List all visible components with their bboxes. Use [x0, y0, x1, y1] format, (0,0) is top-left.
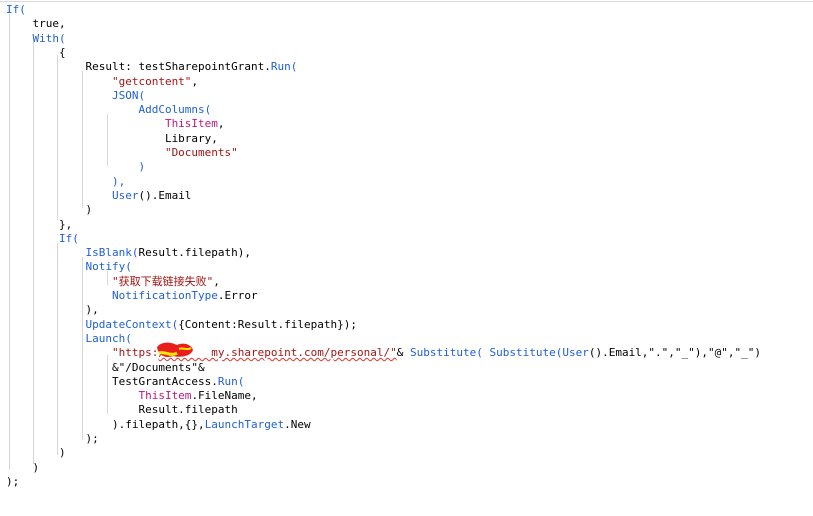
code-token: User — [562, 346, 589, 360]
code-token: ThisItem — [6, 117, 218, 131]
code-token: Launch( — [6, 331, 132, 345]
code-line[interactable]: ), — [6, 175, 125, 189]
code-token: Result.filepath), — [138, 246, 252, 260]
code-token: Library, — [6, 131, 218, 145]
code-line[interactable]: If( — [6, 3, 26, 17]
code-token: Result: testSharepointGrant. — [6, 60, 271, 74]
code-line[interactable]: UpdateContext({Content:Result.filepath})… — [6, 318, 357, 332]
code-token: true, — [6, 17, 66, 31]
code-line[interactable]: "获取下载链接失败", — [6, 275, 220, 289]
code-line[interactable]: ) — [6, 461, 39, 475]
code-line[interactable]: TestGrantAccess.Run( — [6, 375, 244, 389]
code-line[interactable]: If( — [6, 232, 79, 246]
code-token: ().Email,".","_"),"@","_") — [588, 346, 762, 360]
code-token: , — [191, 74, 199, 88]
code-token: Run( — [270, 60, 298, 74]
code-token: ), — [6, 303, 99, 317]
code-line[interactable]: ) — [6, 446, 66, 460]
code-token: ); — [6, 432, 99, 445]
code-line[interactable]: ).filepath,{},LaunchTarget.New — [6, 418, 311, 432]
code-token: "获取下载链接失败" — [6, 274, 214, 288]
code-token: ).filepath,{}, — [6, 417, 205, 431]
code-token: With( — [6, 31, 66, 45]
code-line[interactable]: AddColumns( — [6, 103, 211, 117]
code-token: TestGrantAccess. — [6, 374, 218, 388]
code-token: JSON( — [6, 88, 146, 102]
code-token: If( — [6, 3, 26, 16]
code-line[interactable]: Library, — [6, 132, 218, 146]
code-line[interactable]: NotificationType.Error — [6, 289, 258, 303]
code-line[interactable]: "getcontent", — [6, 75, 198, 89]
code-token: .Error — [217, 289, 258, 302]
code-token: .FileName, — [191, 389, 258, 403]
code-token: User — [6, 188, 139, 202]
formula-editor[interactable]: If( true, With( { Result: testSharepoint… — [0, 0, 813, 516]
code-line[interactable]: true, — [6, 17, 66, 31]
code-line[interactable]: Launch( — [6, 331, 132, 346]
code-line[interactable]: ); — [6, 475, 19, 489]
code-token: "getcontent" — [6, 74, 192, 88]
code-token: }, — [6, 217, 73, 231]
code-token: ); — [6, 474, 20, 488]
code-line[interactable]: With( — [6, 31, 66, 46]
code-line[interactable]: ), — [6, 303, 99, 317]
code-line[interactable]: &"/Documents"& — [6, 361, 205, 375]
code-token: ) — [6, 446, 66, 460]
code-token: "Documents" — [6, 146, 238, 159]
code-line[interactable]: Result: testSharepointGrant.Run( — [6, 60, 297, 74]
code-line[interactable]: User().Email — [6, 189, 191, 203]
code-line[interactable]: ); — [6, 432, 99, 446]
code-line[interactable]: "Documents" — [6, 146, 238, 160]
code-token: Notify( — [6, 260, 132, 274]
code-token: UpdateContext( — [6, 317, 179, 331]
code-token: Substitute( Substitute( — [410, 346, 563, 360]
code-token: ) — [6, 203, 93, 217]
code-line[interactable]: ThisItem.FileName, — [6, 389, 258, 403]
code-line[interactable]: ) — [6, 203, 92, 217]
code-token: AddColumns( — [6, 103, 212, 117]
code-line[interactable]: "https:// my.sharepoint.com/personal/"& … — [6, 346, 761, 360]
code-token: If( — [6, 231, 79, 245]
code-token: Run( — [217, 374, 245, 388]
code-token: Result.filepath — [6, 403, 238, 417]
code-token: , — [213, 274, 220, 288]
code-token: IsBlank( — [6, 246, 139, 260]
redaction-scribble — [157, 342, 193, 357]
code-line[interactable]: ThisItem, — [6, 117, 225, 131]
code-token: ), — [6, 174, 126, 188]
code-token: LaunchTarget — [204, 417, 285, 431]
code-line[interactable]: }, — [6, 218, 72, 232]
code-token: & — [396, 346, 410, 360]
code-line[interactable]: JSON( — [6, 89, 145, 103]
code-token: ) — [6, 460, 40, 474]
code-token: "https: — [6, 346, 159, 360]
code-token: .New — [284, 417, 311, 431]
code-line[interactable]: IsBlank(Result.filepath), — [6, 246, 251, 260]
code-token: ().Email — [138, 188, 192, 202]
code-token: {Content:Result.filepath}); — [178, 317, 357, 331]
editor-top-border — [0, 1, 813, 2]
code-token: &"/Documents"& — [6, 360, 205, 374]
code-line[interactable]: ) — [6, 160, 145, 174]
code-line[interactable]: { — [6, 46, 66, 60]
code-line[interactable]: Result.filepath — [6, 403, 238, 417]
code-line[interactable]: Notify( — [6, 260, 132, 274]
code-token: , — [217, 117, 225, 131]
code-token: { — [6, 45, 66, 59]
code-token: ) — [6, 160, 146, 174]
code-token: NotificationType — [6, 289, 218, 302]
code-token: ThisItem — [6, 389, 192, 403]
